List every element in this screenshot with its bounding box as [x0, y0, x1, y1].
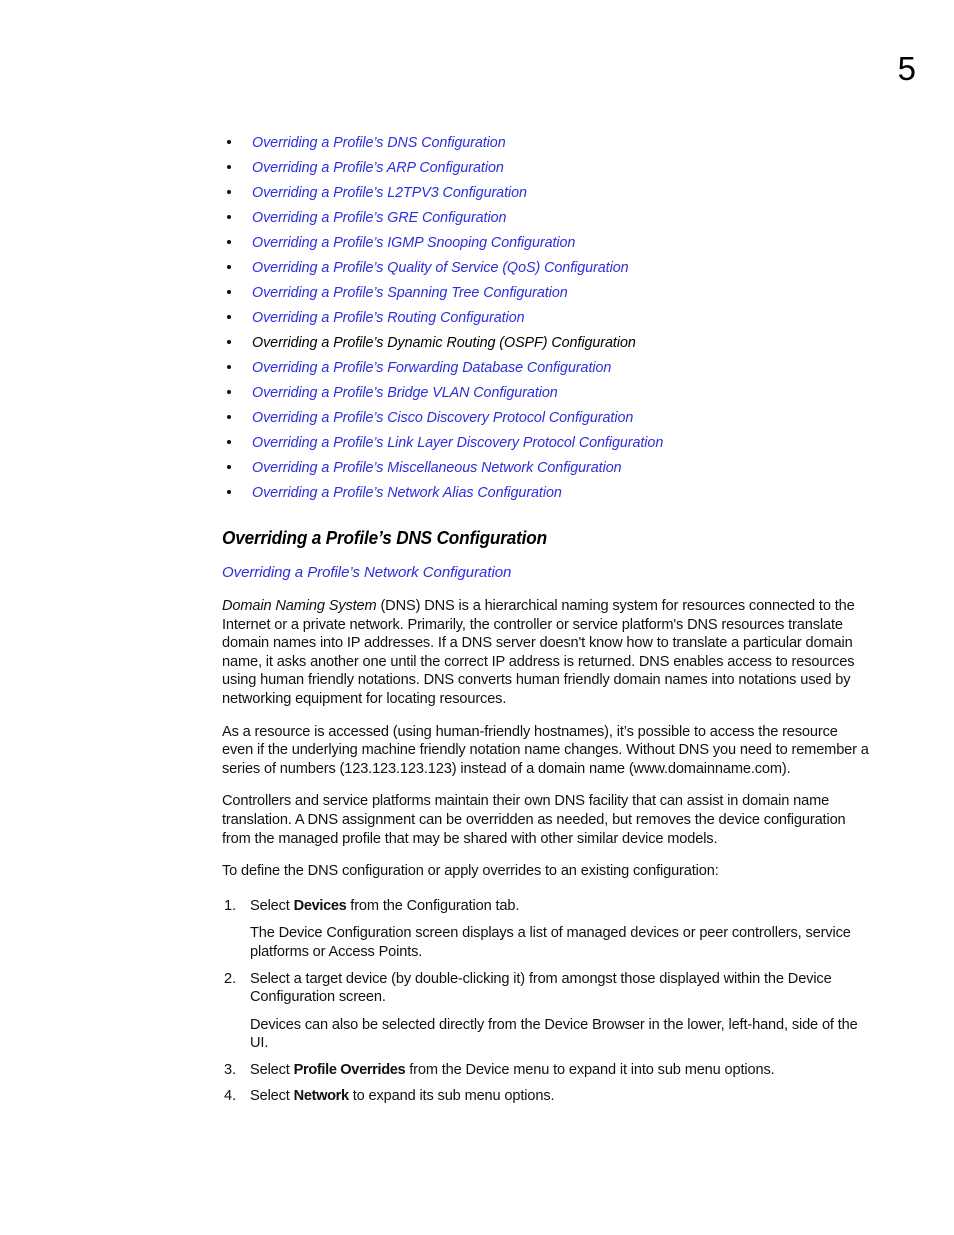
document-page: 5 Overriding a Profile’s DNS Configurati…: [0, 0, 954, 1235]
page-content: Overriding a Profile’s DNS Configuration…: [222, 130, 870, 1106]
cross-reference-link[interactable]: Overriding a Profile’s Link Layer Discov…: [252, 435, 663, 451]
cross-reference-link[interactable]: Overriding a Profile’s Routing Configura…: [252, 310, 525, 326]
bullet-icon: [227, 465, 231, 469]
bullet-icon: [227, 140, 231, 144]
cross-reference-link[interactable]: Overriding a Profile’s Spanning Tree Con…: [252, 285, 568, 301]
step-number: 1.: [224, 897, 237, 914]
paragraph-dns-definition-rest: (DNS) DNS is a hierarchical naming syste…: [222, 598, 855, 707]
procedure-step: 2. Select a target device (by double-clic…: [222, 970, 870, 1007]
cross-reference-link[interactable]: Overriding a Profile’s ARP Configuration: [252, 160, 504, 176]
bullet-icon: [227, 290, 231, 294]
page-number: 5: [897, 50, 916, 87]
bullet-icon: [227, 365, 231, 369]
cross-reference-link[interactable]: Overriding a Profile’s DNS Configuration: [252, 135, 506, 151]
cross-reference-item[interactable]: Overriding a Profile’s Quality of Servic…: [222, 255, 870, 280]
bullet-icon: [227, 165, 231, 169]
procedure-step: 3. Select Profile Overrides from the Devi…: [222, 1061, 870, 1080]
cross-reference-link[interactable]: Overriding a Profile’s L2TPV3 Configurat…: [252, 185, 527, 201]
cross-reference-link[interactable]: Overriding a Profile’s IGMP Snooping Con…: [252, 235, 575, 251]
cross-reference-item[interactable]: Overriding a Profile’s ARP Configuration: [222, 155, 870, 180]
step-text-pre: Select a target device (by double-clicki…: [250, 970, 832, 1006]
cross-reference-item[interactable]: Overriding a Profile’s DNS Configuration: [222, 130, 870, 155]
bullet-icon: [227, 340, 231, 344]
step-text: Select a target device (by double-clicki…: [250, 971, 832, 1006]
step-text-pre: Select: [250, 897, 294, 914]
cross-reference-link[interactable]: Overriding a Profile’s Network Alias Con…: [252, 485, 562, 501]
cross-reference-link[interactable]: Overriding a Profile’s Bridge VLAN Confi…: [252, 385, 558, 401]
step-text-pre: Select: [250, 1088, 294, 1105]
cross-reference-item[interactable]: Overriding a Profile’s L2TPV3 Configurat…: [222, 180, 870, 205]
step-number: 2.: [224, 970, 237, 987]
step-text: Select Network to expand its sub menu op…: [250, 1088, 555, 1105]
ui-term: Network: [293, 1088, 349, 1105]
cross-reference-item[interactable]: Overriding a Profile’s Miscellaneous Net…: [222, 455, 870, 480]
cross-reference-item[interactable]: Overriding a Profile’s Cisco Discovery P…: [222, 405, 870, 430]
paragraph-resource-access: As a resource is accessed (using human-f…: [222, 723, 869, 777]
bullet-icon: [227, 390, 231, 394]
cross-reference-text: Overriding a Profile’s Dynamic Routing (…: [252, 335, 636, 351]
bullet-icon: [227, 190, 231, 194]
cross-reference-item[interactable]: Overriding a Profile’s Link Layer Discov…: [222, 430, 870, 455]
cross-reference-item[interactable]: Overriding a Profile’s Bridge VLAN Confi…: [222, 380, 870, 405]
step-text-post: to expand its sub menu options.: [348, 1088, 555, 1105]
procedure-step: 1. Select Devices from the Configuration …: [222, 897, 870, 916]
paragraph-procedure-intro: To define the DNS configuration or apply…: [222, 863, 719, 880]
cross-reference-list: Overriding a Profile’s DNS Configuration…: [222, 130, 870, 505]
cross-reference-item[interactable]: Overriding a Profile’s Network Alias Con…: [222, 480, 870, 505]
cross-reference-item[interactable]: Overriding a Profile’s Spanning Tree Con…: [222, 280, 870, 305]
cross-reference-item: Overriding a Profile’s Dynamic Routing (…: [222, 330, 870, 355]
procedure-step: 4. Select Network to expand its sub menu …: [222, 1087, 870, 1106]
cross-reference-link[interactable]: Overriding a Profile’s GRE Configuration: [252, 210, 506, 226]
ui-term: Profile Overrides: [293, 1061, 406, 1078]
bullet-icon: [227, 415, 231, 419]
bullet-icon: [227, 265, 231, 269]
step-note: The Device Configuration screen displays…: [250, 925, 851, 960]
step-text-post: from the Device menu to expand it into s…: [405, 1061, 775, 1078]
step-number: 4.: [224, 1088, 237, 1105]
cross-reference-item[interactable]: Overriding a Profile’s Forwarding Databa…: [222, 355, 870, 380]
bullet-icon: [227, 215, 231, 219]
bullet-icon: [227, 490, 231, 494]
ui-term: Devices: [293, 897, 347, 914]
step-text-post: from the Configuration tab.: [346, 897, 520, 914]
cross-reference-link[interactable]: Overriding a Profile’s Cisco Discovery P…: [252, 410, 633, 426]
parent-section-link[interactable]: Overriding a Profile’s Network Configura…: [222, 563, 870, 583]
bullet-icon: [227, 240, 231, 244]
paragraph-dns-facility: Controllers and service platforms mainta…: [222, 793, 846, 847]
step-note: Devices can also be selected directly fr…: [250, 1016, 858, 1052]
bullet-icon: [227, 440, 231, 444]
step-text: Select Profile Overrides from the Device…: [250, 1062, 775, 1078]
cross-reference-item[interactable]: Overriding a Profile’s Routing Configura…: [222, 305, 870, 330]
cross-reference-link[interactable]: Overriding a Profile’s Miscellaneous Net…: [252, 460, 622, 476]
cross-reference-item[interactable]: Overriding a Profile’s IGMP Snooping Con…: [222, 230, 870, 255]
cross-reference-link[interactable]: Overriding a Profile’s Quality of Servic…: [252, 260, 629, 276]
step-text: Select Devices from the Configuration ta…: [250, 898, 519, 914]
italic-term-domain-naming-system: Domain Naming System: [222, 598, 377, 614]
section-heading: Overriding a Profile’s DNS Configuration: [222, 527, 547, 548]
step-text-pre: Select: [250, 1061, 294, 1078]
cross-reference-item[interactable]: Overriding a Profile’s GRE Configuration: [222, 205, 870, 230]
cross-reference-link[interactable]: Overriding a Profile’s Forwarding Databa…: [252, 360, 611, 376]
procedure-step-list: 1. Select Devices from the Configuration …: [222, 897, 870, 1106]
paragraph-dns-definition: Domain Naming System (DNS) DNS is a hier…: [222, 597, 870, 709]
bullet-icon: [227, 315, 231, 319]
step-number: 3.: [224, 1061, 237, 1078]
